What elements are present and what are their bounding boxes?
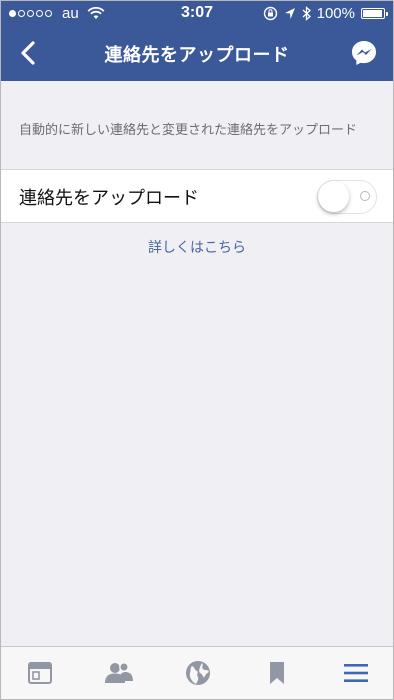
- tab-news-feed[interactable]: [20, 657, 60, 689]
- app-frame: au 3:07 100% 連絡先をアップロード 自動的に新しい連絡先と変更された…: [0, 0, 394, 700]
- tab-menu[interactable]: [336, 657, 376, 689]
- toggle-off-indicator-icon: [360, 191, 370, 201]
- status-bar: au 3:07 100%: [1, 1, 393, 27]
- messenger-button[interactable]: [349, 38, 379, 68]
- bottom-tab-bar: [1, 646, 393, 699]
- navigation-header: 連絡先をアップロード: [1, 27, 393, 81]
- upload-contacts-label: 連絡先をアップロード: [19, 188, 199, 209]
- location-icon: [284, 8, 295, 19]
- news-feed-icon: [28, 662, 52, 684]
- upload-contacts-toggle[interactable]: [317, 180, 377, 214]
- menu-icon: [344, 664, 368, 682]
- top-bar: au 3:07 100% 連絡先をアップロード: [1, 1, 393, 81]
- battery-icon: [361, 8, 388, 19]
- bluetooth-icon: [302, 6, 311, 21]
- toggle-knob: [318, 181, 349, 212]
- learn-more-link[interactable]: 詳しくはこちら: [1, 237, 393, 257]
- page-title: 連絡先をアップロード: [104, 45, 290, 66]
- globe-icon: [186, 661, 210, 685]
- friends-icon: [105, 662, 133, 683]
- tab-friends[interactable]: [99, 657, 139, 689]
- tab-saved[interactable]: [257, 657, 297, 689]
- tab-notifications[interactable]: [178, 657, 218, 689]
- status-right: 100%: [263, 5, 388, 22]
- battery-fill: [363, 10, 382, 17]
- section-description: 自動的に新しい連絡先と変更された連絡先をアップロード: [19, 123, 358, 138]
- upload-contacts-row: 連絡先をアップロード: [1, 169, 393, 223]
- orientation-lock-icon: [263, 6, 277, 21]
- bookmark-icon: [270, 662, 284, 684]
- battery-percent: 100%: [316, 5, 355, 22]
- messenger-icon: [352, 41, 376, 65]
